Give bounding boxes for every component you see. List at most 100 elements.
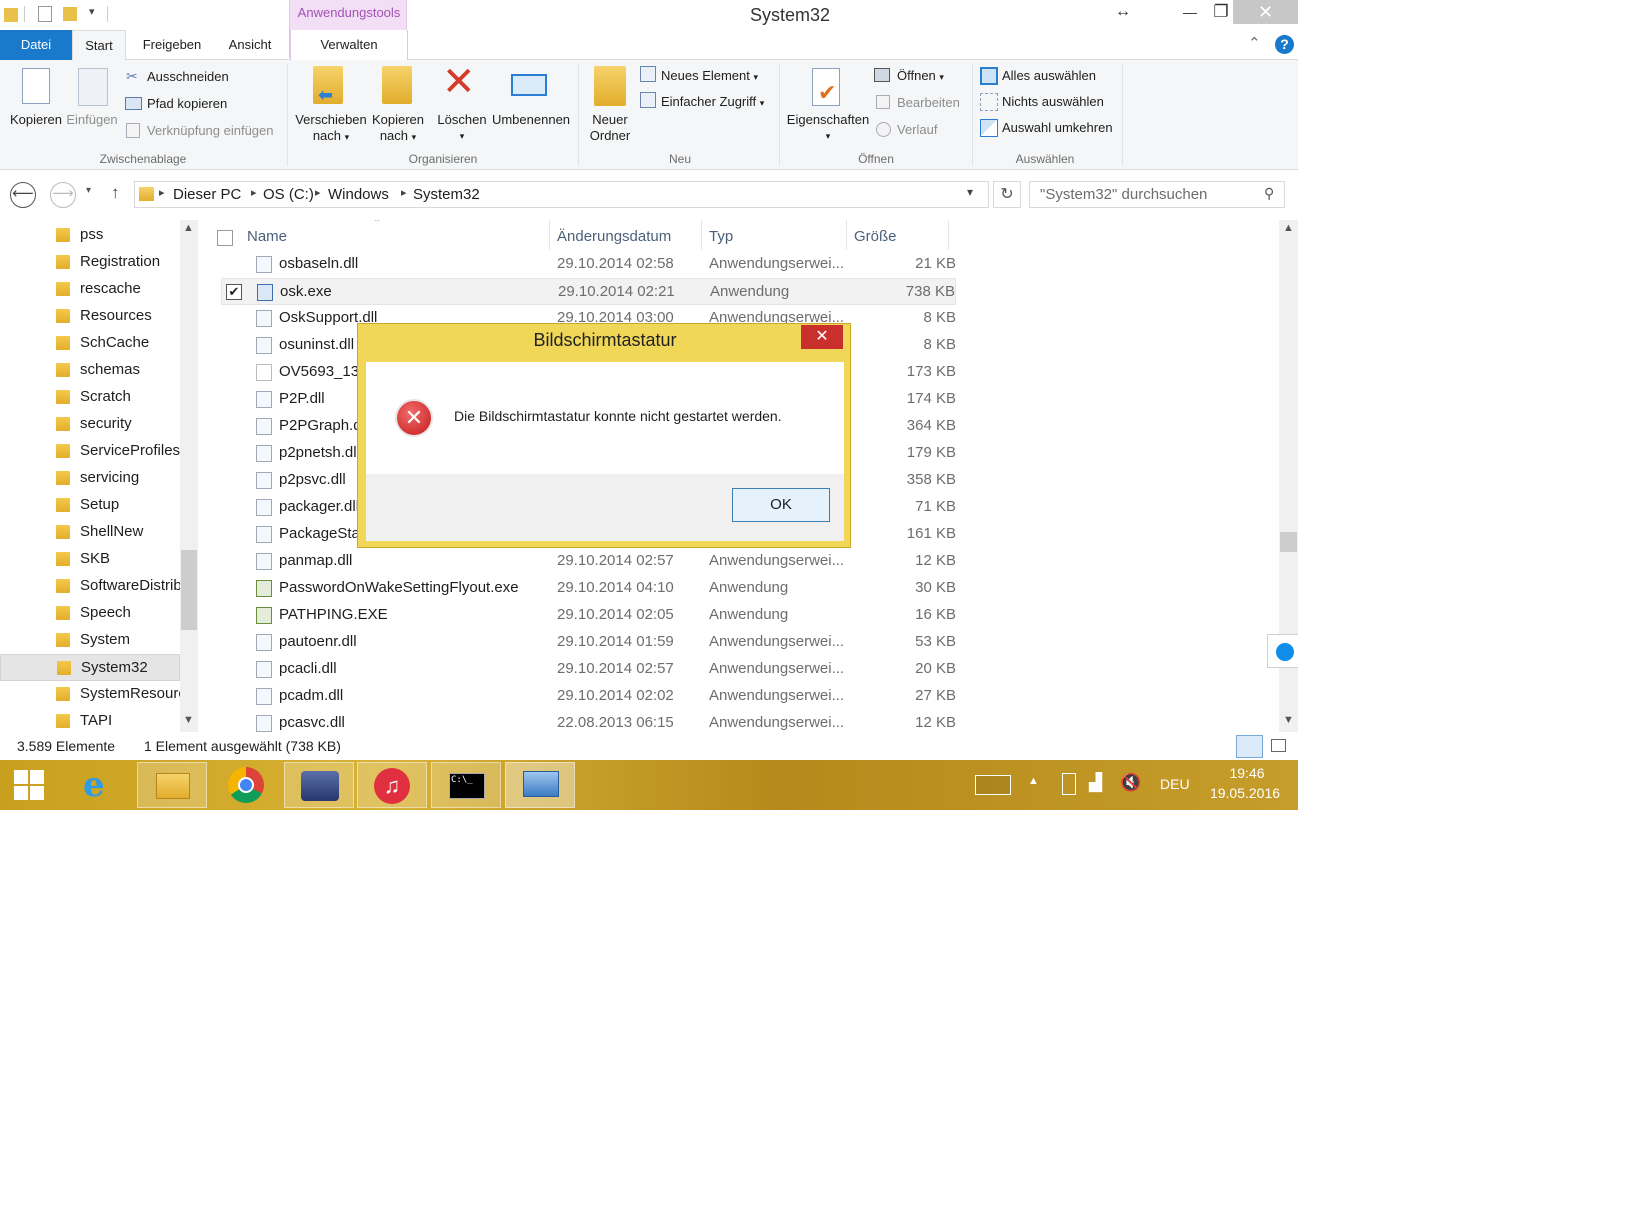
new-folder-label-1[interactable]: Neuer xyxy=(580,112,640,128)
file-row[interactable]: osbaseln.dll 29.10.2014 02:58 Anwendungser… xyxy=(221,251,956,278)
column-size[interactable]: Größe xyxy=(854,228,897,245)
taskbar-explorer[interactable] xyxy=(137,762,207,808)
up-button[interactable]: ↑ xyxy=(111,183,120,203)
file-row[interactable]: PATHPING.EXE 29.10.2014 02:05 Anwendung 16 … xyxy=(221,602,956,629)
breadcrumb-windows[interactable]: Windows xyxy=(328,186,389,203)
scroll-up-icon[interactable]: ▲ xyxy=(1283,222,1294,234)
column-divider[interactable] xyxy=(549,220,550,250)
volume-muted-icon[interactable]: 🔇 xyxy=(1120,773,1141,793)
taskbar-disk-utility[interactable] xyxy=(284,762,354,808)
taskbar-command-prompt[interactable]: C:\_ xyxy=(431,762,501,808)
dialog-close-button[interactable]: ✕ xyxy=(801,325,843,349)
taskbar-internet-explorer[interactable]: e xyxy=(63,762,133,808)
properties-icon[interactable] xyxy=(38,6,52,22)
select-none-button[interactable]: Nichts auswählen xyxy=(1002,93,1104,111)
file-row[interactable]: panmap.dll 29.10.2014 02:57 Anwendungserwe… xyxy=(221,548,956,575)
nav-item[interactable]: pss xyxy=(0,222,180,249)
close-button[interactable]: ✕ xyxy=(1233,0,1298,24)
nav-item[interactable]: TAPI xyxy=(0,708,180,732)
invert-selection-button[interactable]: Auswahl umkehren xyxy=(1002,119,1113,137)
history-button[interactable]: Verlauf xyxy=(897,121,937,139)
easy-access-button[interactable]: Einfacher Zugriff ▾ xyxy=(661,93,764,112)
start-button[interactable] xyxy=(14,770,44,800)
nav-item[interactable]: ShellNew xyxy=(0,519,180,546)
file-row-selected[interactable]: ✔ osk.exe 29.10.2014 02:21 Anwendung 738 KB xyxy=(221,278,956,305)
tab-ansicht[interactable]: Ansicht xyxy=(216,30,284,60)
column-name[interactable]: Name xyxy=(247,228,287,245)
tab-freigeben[interactable]: Freigeben xyxy=(132,30,212,60)
teamviewer-tab[interactable] xyxy=(1267,634,1298,668)
file-row[interactable]: pautoenr.dll 29.10.2014 01:59 Anwendungser… xyxy=(221,629,956,656)
cut-button[interactable]: Ausschneiden xyxy=(147,68,229,86)
delete-dropdown-icon[interactable]: ▾ xyxy=(432,128,492,144)
large-icons-view-icon[interactable] xyxy=(1271,739,1286,752)
forward-button[interactable]: ⟶ xyxy=(50,182,76,208)
back-button[interactable]: ⟵ xyxy=(10,182,36,208)
refresh-button[interactable]: ↻ xyxy=(993,181,1021,208)
scroll-up-icon[interactable]: ▲ xyxy=(183,222,194,234)
nav-item[interactable]: security xyxy=(0,411,180,438)
clock-time[interactable]: 19:46 xyxy=(1212,765,1282,781)
paste-button[interactable]: Einfügen xyxy=(64,112,120,128)
qat-dropdown-icon[interactable]: ▾ xyxy=(89,5,95,18)
select-all-checkbox[interactable] xyxy=(217,230,233,246)
resize-icon[interactable]: ↔ xyxy=(1100,0,1146,24)
breadcrumb-system32[interactable]: System32 xyxy=(413,186,480,203)
copy-to-label-2[interactable]: nach ▾ xyxy=(366,128,430,145)
collapse-ribbon-icon[interactable]: ⌃ xyxy=(1248,34,1261,52)
edit-button[interactable]: Bearbeiten xyxy=(897,94,960,112)
new-folder-label-2[interactable]: Ordner xyxy=(580,128,640,144)
select-all-button[interactable]: Alles auswählen xyxy=(1002,67,1096,85)
clock-date[interactable]: 19.05.2016 xyxy=(1200,785,1290,801)
address-bar[interactable]: ▸ Dieser PC ▸ OS (C:) ▸ Windows ▸ System… xyxy=(134,181,989,208)
delete-button[interactable]: Löschen xyxy=(432,112,492,128)
file-row[interactable]: pcacli.dll 29.10.2014 02:57 Anwendungserwe… xyxy=(221,656,956,683)
properties-button[interactable]: Eigenschaften xyxy=(782,112,874,128)
nav-item[interactable]: SKB xyxy=(0,546,180,573)
column-divider[interactable] xyxy=(701,220,702,250)
paste-shortcut-button[interactable]: Verknüpfung einfügen xyxy=(147,122,274,140)
nav-item[interactable]: schemas xyxy=(0,357,180,384)
recent-dropdown-icon[interactable]: ▾ xyxy=(86,185,91,196)
breadcrumb-os-c[interactable]: OS (C:) xyxy=(263,186,314,203)
touch-keyboard-icon[interactable] xyxy=(975,775,1011,795)
nav-item[interactable]: Speech xyxy=(0,600,180,627)
nav-item[interactable]: Setup xyxy=(0,492,180,519)
nav-scrollbar[interactable]: ▲ ▼ xyxy=(180,220,198,732)
nav-item[interactable]: rescache xyxy=(0,276,180,303)
tab-datei[interactable]: Datei xyxy=(0,30,72,60)
nav-item[interactable]: SoftwareDistribution xyxy=(0,573,180,600)
nav-item-selected[interactable]: System32 xyxy=(0,654,180,681)
search-box[interactable]: "System32" durchsuchen ⚲ xyxy=(1029,181,1285,208)
nav-item[interactable]: Registration xyxy=(0,249,180,276)
copy-path-button[interactable]: Pfad kopieren xyxy=(147,95,227,113)
scroll-down-icon[interactable]: ▼ xyxy=(1283,714,1294,726)
battery-icon[interactable] xyxy=(1062,773,1076,795)
nav-item[interactable]: Scratch xyxy=(0,384,180,411)
nav-item[interactable]: Resources xyxy=(0,303,180,330)
details-view-icon[interactable] xyxy=(1236,735,1263,758)
ok-button[interactable]: OK xyxy=(732,488,830,522)
copy-to-label-1[interactable]: Kopieren xyxy=(366,112,430,128)
show-hidden-icons[interactable]: ▲ xyxy=(1028,775,1039,787)
taskbar-on-screen-keyboard[interactable] xyxy=(505,762,575,808)
nav-item[interactable]: System xyxy=(0,627,180,654)
file-row[interactable]: pcadm.dll 29.10.2014 02:02 Anwendungserwei… xyxy=(221,683,956,710)
file-row[interactable]: PasswordOnWakeSettingFlyout.exe 29.10.201… xyxy=(221,575,956,602)
nav-item[interactable]: SchCache xyxy=(0,330,180,357)
scroll-thumb[interactable] xyxy=(181,550,197,630)
signal-icon[interactable]: ▟ xyxy=(1089,773,1102,793)
move-to-label-1[interactable]: Verschieben xyxy=(288,112,374,128)
new-item-button[interactable]: Neues Element ▾ xyxy=(661,67,758,86)
column-type[interactable]: Typ xyxy=(709,228,733,245)
nav-item[interactable]: servicing xyxy=(0,465,180,492)
scroll-thumb[interactable] xyxy=(1280,532,1297,552)
nav-item[interactable]: ServiceProfiles xyxy=(0,438,180,465)
copy-button[interactable]: Kopieren xyxy=(4,112,68,128)
open-button[interactable]: Öffnen ▾ xyxy=(897,67,944,86)
taskbar-chrome[interactable] xyxy=(211,762,281,808)
column-divider[interactable] xyxy=(948,220,949,250)
move-to-label-2[interactable]: nach ▾ xyxy=(288,128,374,145)
taskbar-itunes[interactable]: ♫ xyxy=(357,762,427,808)
column-divider[interactable] xyxy=(846,220,847,250)
